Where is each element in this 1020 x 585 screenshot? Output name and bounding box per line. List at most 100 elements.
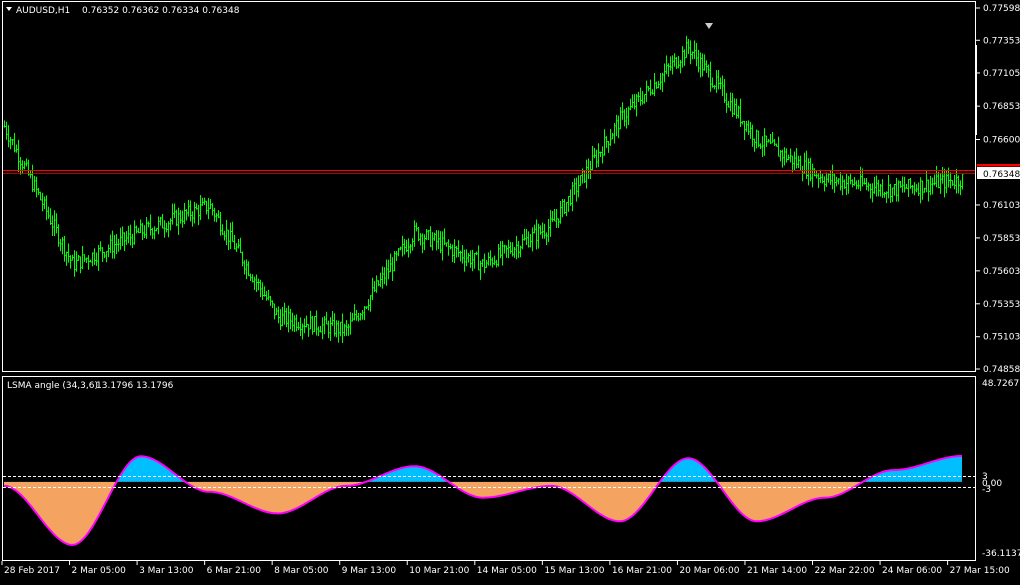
price-bar xyxy=(589,160,592,179)
price-bar xyxy=(861,168,864,187)
price-bar xyxy=(607,140,610,153)
price-bar xyxy=(215,212,218,223)
price-bar xyxy=(679,60,682,74)
price-bar xyxy=(583,170,586,184)
price-bar xyxy=(165,223,168,233)
price-bar xyxy=(173,203,176,218)
price-bar xyxy=(765,135,768,147)
price-bar xyxy=(441,231,444,261)
price-bar xyxy=(871,183,874,203)
price-bar xyxy=(929,175,932,196)
price-bar xyxy=(355,309,358,321)
price-bar xyxy=(189,200,192,222)
price-bar xyxy=(203,197,206,206)
price-bar xyxy=(131,233,134,248)
price-bar xyxy=(213,207,216,222)
price-bar xyxy=(85,257,88,263)
price-bar xyxy=(533,224,536,234)
price-tick-label: 0.75353 xyxy=(983,300,1020,310)
price-bar xyxy=(259,279,262,298)
price-bar xyxy=(25,158,28,167)
price-bar xyxy=(33,175,36,193)
price-bar xyxy=(41,192,44,212)
price-bar xyxy=(883,191,886,198)
price-bar xyxy=(493,255,496,266)
price-bar xyxy=(555,208,558,228)
price-bar xyxy=(889,183,892,203)
price-bar xyxy=(835,176,838,187)
price-bar xyxy=(51,215,54,237)
price-bar xyxy=(291,312,294,332)
price-bar xyxy=(501,240,504,266)
price-bar xyxy=(551,210,554,222)
price-bar xyxy=(283,302,286,325)
price-bar xyxy=(841,175,844,196)
price-bar xyxy=(799,155,802,172)
time-tick-label: 22 Mar 22:00 xyxy=(815,566,875,576)
price-bar xyxy=(919,177,922,204)
price-bar xyxy=(223,230,226,241)
price-bar xyxy=(387,259,390,280)
price-bar xyxy=(169,218,172,231)
price-bar xyxy=(345,320,348,336)
price-bar xyxy=(943,168,946,198)
price-bar xyxy=(741,120,744,125)
price-bar xyxy=(343,323,346,337)
price-bar xyxy=(843,179,846,189)
price-bar xyxy=(195,203,198,210)
price-bar xyxy=(113,235,116,259)
scroll-marker-icon[interactable] xyxy=(705,23,713,29)
price-bar xyxy=(453,239,456,264)
price-bar xyxy=(167,221,170,238)
price-bar xyxy=(463,249,466,272)
price-bar xyxy=(289,308,292,330)
price-bar xyxy=(95,252,98,266)
price-bar xyxy=(665,55,668,75)
chevron-down-icon[interactable] xyxy=(6,7,12,11)
price-bar xyxy=(449,243,452,250)
price-bar xyxy=(421,233,424,254)
price-bar xyxy=(851,179,854,188)
price-bar xyxy=(587,158,590,180)
price-bar xyxy=(181,210,184,228)
price-bar xyxy=(143,225,146,238)
price-bar xyxy=(491,257,494,268)
price-bar xyxy=(93,248,96,265)
price-bar xyxy=(209,199,212,209)
price-bar xyxy=(97,245,100,271)
price-bar xyxy=(609,129,612,146)
price-bar xyxy=(935,165,938,188)
price-bar xyxy=(677,55,680,69)
price-bar xyxy=(35,176,38,198)
price-bar xyxy=(811,163,814,188)
price-bar xyxy=(907,179,910,197)
price-bar xyxy=(233,234,236,250)
price-bar xyxy=(333,313,336,337)
price-bar xyxy=(29,170,32,179)
price-bar xyxy=(845,173,848,196)
price-bar xyxy=(707,64,710,78)
price-bar xyxy=(571,181,574,212)
price-bar xyxy=(151,227,154,240)
price-bar xyxy=(575,177,578,202)
price-bar xyxy=(693,40,696,60)
indicator-axis-max: 48.7267 xyxy=(982,379,1019,389)
price-bar xyxy=(931,177,934,195)
price-bar xyxy=(525,229,528,246)
price-bar xyxy=(751,124,754,147)
price-bar xyxy=(511,242,514,257)
price-bar xyxy=(437,230,440,250)
price-bar xyxy=(149,214,152,236)
price-bar xyxy=(473,252,476,269)
price-bar xyxy=(369,295,372,312)
indicator-name: LSMA angle (34,3,6) xyxy=(7,381,98,391)
price-tick-label: 0.77353 xyxy=(983,36,1020,46)
price-bar xyxy=(949,172,952,189)
price-bar xyxy=(483,253,486,274)
price-bar xyxy=(309,310,312,330)
time-tick-label: 2 Mar 05:00 xyxy=(72,566,127,576)
price-bar xyxy=(713,85,716,90)
main-chart-frame xyxy=(2,1,976,372)
price-bar xyxy=(45,195,48,221)
price-bar xyxy=(243,260,246,275)
